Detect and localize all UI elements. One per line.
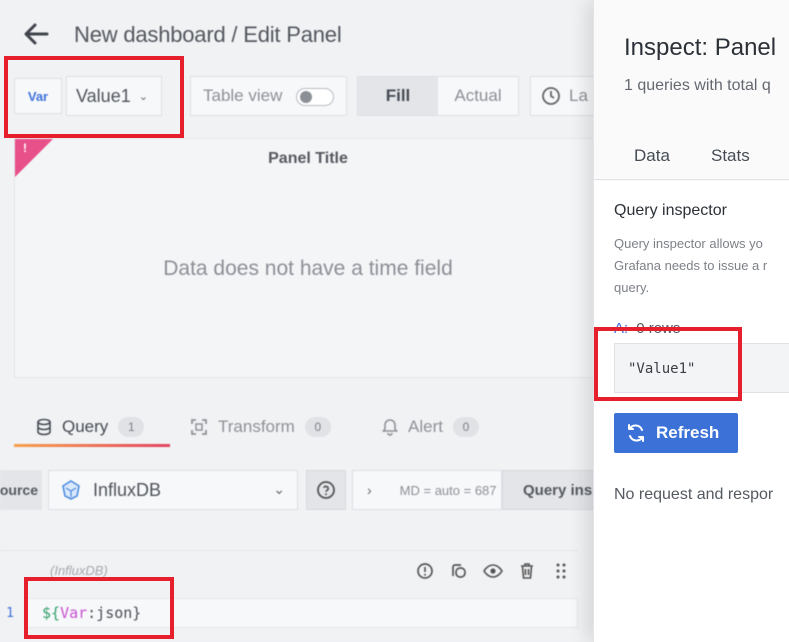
query-options-summary: MD = auto = 687 [399, 482, 497, 498]
drawer-subtitle: 1 queries with total q [624, 77, 771, 94]
datasource-label: ource [0, 470, 42, 510]
bell-icon [382, 419, 398, 436]
trash-icon[interactable] [516, 560, 538, 582]
drag-handle-icon[interactable] [550, 560, 572, 582]
rows-count: 0 rows [636, 320, 681, 337]
toggle-switch[interactable] [296, 88, 334, 106]
chevron-right-icon: › [367, 482, 372, 498]
datasource-help-button[interactable] [306, 470, 346, 510]
description-line: query. [614, 280, 650, 295]
drawer-title: Inspect: Panel [624, 34, 777, 61]
time-range-label: La [569, 86, 588, 105]
panel-preview: ! Panel Title Data does not have a time … [14, 138, 600, 378]
code-variable: Var [60, 604, 88, 622]
query-options-toggle[interactable]: › MD = auto = 687 [352, 470, 502, 510]
no-request-message: No request and respor [614, 486, 774, 503]
transform-icon [191, 419, 207, 435]
panel-title[interactable]: Panel Title [15, 150, 601, 168]
tab-label: Transform [218, 417, 295, 436]
active-tab-underline [14, 444, 170, 447]
refresh-button[interactable]: Refresh [614, 413, 738, 453]
help-circle-icon [317, 481, 335, 499]
query-result-value: "Value1" [628, 361, 696, 377]
duplicate-icon[interactable] [448, 560, 470, 582]
query-inspector-button[interactable]: Query ins [502, 470, 600, 510]
fill-option[interactable]: Fill [358, 77, 438, 115]
refresh-label: Refresh [656, 423, 720, 442]
code-line-number: 1 [6, 605, 14, 621]
variable-label: Var [14, 78, 62, 114]
variable-value: Value1 [76, 85, 131, 106]
tab-count-badge: 0 [452, 417, 479, 437]
description-line: Query inspector allows yo [614, 236, 763, 251]
actual-option[interactable]: Actual [438, 77, 518, 115]
query-inspector-title: Query inspector [614, 202, 727, 219]
page-title: New dashboard / Edit Panel [74, 22, 342, 47]
query-inspector-description: Query inspector allows yo Grafana needs … [614, 233, 789, 299]
query-inspector-pane: Query inspector Query inspector allows y… [594, 181, 789, 642]
panel-editor: New dashboard / Edit Panel Var Value1 ⌄ … [0, 0, 610, 642]
top-bar: New dashboard / Edit Panel [0, 0, 600, 68]
variable-select[interactable]: Value1 ⌄ [66, 76, 162, 116]
tab-count-badge: 0 [304, 417, 331, 437]
code-suffix: :json} [87, 604, 142, 622]
inspect-drawer: Inspect: Panel 1 queries with total q Da… [593, 0, 789, 642]
tab-label: Query [62, 417, 109, 436]
chevron-down-icon: ⌄ [273, 481, 285, 497]
tab-count-badge: 1 [118, 417, 145, 437]
chevron-down-icon: ⌄ [138, 90, 148, 103]
fill-actual-radio-group: Fill Actual [357, 76, 519, 116]
eye-icon[interactable] [482, 560, 504, 582]
help-circle-icon[interactable] [414, 560, 436, 582]
tab-label: Alert [408, 417, 443, 436]
table-view-toggle[interactable]: Table view [190, 76, 347, 116]
clock-icon [542, 87, 560, 105]
refresh-icon [628, 424, 644, 442]
panel-no-data-message: Data does not have a time field [163, 257, 453, 280]
tab-stats[interactable]: Stats [711, 146, 750, 166]
query-row-actions [414, 560, 572, 582]
database-icon [37, 418, 51, 436]
back-arrow-icon[interactable] [22, 20, 50, 48]
query-datasource-name: (InfluxDB) [50, 563, 108, 578]
code-prefix: ${ [42, 604, 61, 622]
query-letter: A: [614, 320, 629, 337]
drawer-tabs: Data Stats [594, 128, 789, 180]
datasource-name: InfluxDB [93, 479, 162, 500]
description-line: Grafana needs to issue a r [614, 258, 768, 273]
table-view-label: Table view [203, 86, 283, 105]
query-result-rows: A: 0 rows [614, 320, 680, 337]
query-code-text[interactable]: ${Var:json} [42, 604, 141, 622]
tab-data[interactable]: Data [634, 146, 670, 166]
tab-alert[interactable]: Alert 0 [382, 404, 479, 450]
influxdb-icon [62, 480, 80, 500]
tab-transform[interactable]: Transform 0 [190, 404, 331, 450]
datasource-select[interactable]: InfluxDB ⌄ [48, 470, 298, 510]
